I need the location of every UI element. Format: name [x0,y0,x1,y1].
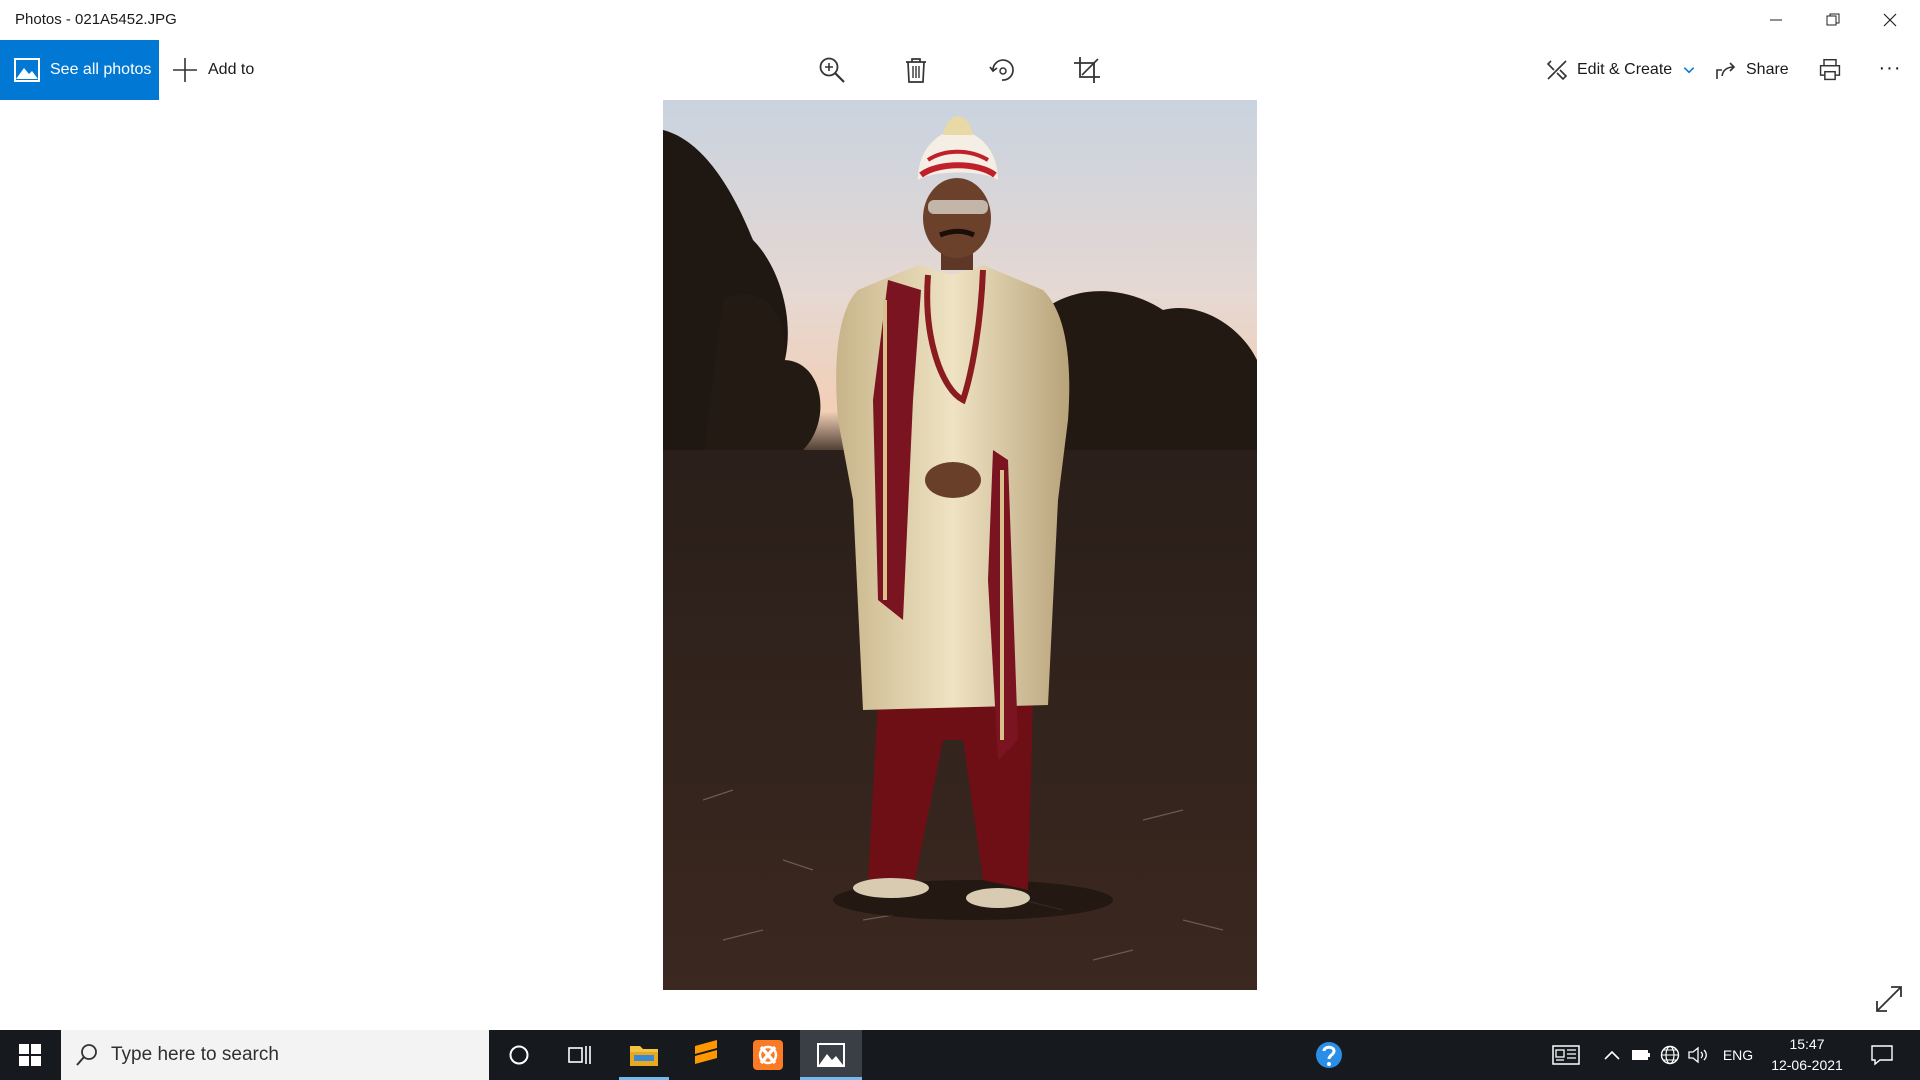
volume-tray-icon[interactable] [1686,1030,1712,1080]
battery-tray-icon[interactable] [1628,1030,1654,1080]
sublime-text-icon [695,1040,717,1064]
more-icon: ··· [1878,56,1902,79]
xampp-icon [753,1040,783,1070]
window-title: Photos - 021A5452.JPG [15,11,177,28]
clock-date: 12-06-2021 [1771,1057,1843,1073]
help-taskbar-icon[interactable] [1311,1030,1347,1080]
close-icon [1883,13,1897,27]
chevron-down-icon [1683,67,1695,74]
close-button[interactable] [1862,0,1918,40]
task-view-icon [568,1046,591,1064]
globe-network-icon [1660,1045,1680,1065]
restore-icon [1826,13,1840,26]
news-icon [1552,1045,1580,1065]
windows-logo-icon [19,1044,41,1066]
cortana-button[interactable] [496,1030,542,1080]
taskbar-search-box[interactable]: Type here to search [61,1030,489,1080]
see-all-photos-button[interactable]: See all photos [0,40,159,100]
add-to-label: Add to [208,61,255,78]
photo-of-groom-in-sherwani [663,100,1257,990]
crop-button[interactable] [1069,52,1105,88]
action-center-button[interactable] [1862,1030,1902,1080]
zoom-button[interactable] [814,52,850,88]
photos-app-icon [817,1043,845,1067]
minimize-button[interactable] [1748,0,1804,40]
start-button[interactable] [0,1030,60,1080]
news-widget-icon[interactable] [1550,1030,1582,1080]
rotate-button[interactable] [984,52,1020,88]
delete-button[interactable] [898,52,934,88]
share-label: Share [1746,61,1789,78]
sublime-text-taskbar-icon[interactable] [681,1030,731,1080]
cortana-circle-icon [509,1045,529,1065]
clock-time: 15:47 [1789,1036,1825,1052]
title-bar: Photos - 021A5452.JPG [0,0,1920,40]
share-button[interactable]: Share [1714,40,1789,100]
crop-icon [1074,57,1100,83]
xampp-taskbar-icon[interactable] [742,1030,794,1080]
delete-icon [906,58,926,83]
print-button[interactable] [1812,52,1848,88]
chevron-up-icon [1604,1050,1620,1060]
add-to-button[interactable]: Add to [172,40,254,100]
search-icon [76,1044,97,1066]
restore-button[interactable] [1805,0,1861,40]
notification-icon [1871,1045,1893,1066]
share-icon [1716,62,1736,79]
edit-create-icon [1546,60,1568,81]
network-tray-icon[interactable] [1657,1030,1683,1080]
edit-create-button[interactable]: Edit & Create [1545,40,1696,100]
photo-gallery-icon [14,58,40,82]
language-label: ENG [1722,1047,1754,1063]
search-placeholder: Type here to search [111,1044,279,1065]
input-language-indicator[interactable]: ENG [1718,1030,1758,1080]
full-screen-icon[interactable] [1874,984,1904,1014]
print-icon [1819,58,1841,81]
battery-icon [1632,1050,1650,1060]
show-hidden-icons-button[interactable] [1600,1030,1624,1080]
speaker-icon [1688,1046,1707,1064]
task-view-button[interactable] [556,1030,604,1080]
file-explorer-taskbar-icon[interactable] [619,1030,669,1080]
see-all-photos-label: See all photos [50,61,152,78]
photo-view[interactable] [663,100,1257,990]
rotate-icon [989,59,1014,81]
taskbar: Type here to search ENG 15:47 12-06-2021 [0,1030,1920,1080]
more-options-button[interactable]: ··· [1872,50,1908,86]
photos-taskbar-icon[interactable] [800,1030,862,1080]
zoom-in-icon [819,57,845,83]
taskbar-clock[interactable]: 15:47 12-06-2021 [1762,1034,1852,1076]
help-question-icon [1316,1042,1342,1068]
minimize-icon [1770,19,1782,21]
folder-icon [630,1046,658,1066]
edit-create-label: Edit & Create [1577,61,1673,78]
command-bar: See all photos Add to Edit & Create Shar… [0,40,1920,100]
plus-icon [173,58,197,82]
